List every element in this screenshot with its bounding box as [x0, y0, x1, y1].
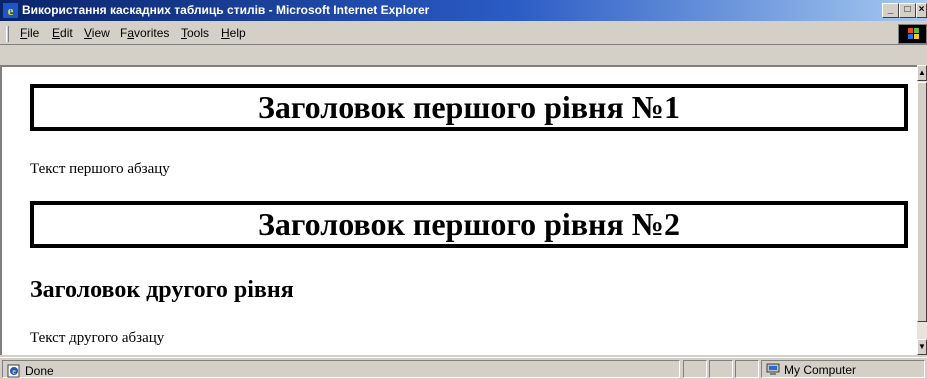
menu-favorites[interactable]: Favorites	[120, 26, 169, 40]
menu-file[interactable]: File	[20, 26, 39, 40]
ie-logo-icon: e	[3, 3, 18, 18]
page-done-icon: e	[7, 364, 21, 378]
windows-flag-icon	[898, 24, 927, 44]
status-text: Done	[25, 364, 54, 378]
paragraph-second: Текст другого абзацу	[30, 330, 165, 346]
vertical-scrollbar[interactable]: ▲ ▼	[917, 65, 927, 355]
heading-level1-second: Заголовок першого рівня №2	[30, 201, 908, 248]
scroll-up-arrow-icon[interactable]: ▲	[917, 65, 927, 81]
status-pane-progress	[683, 360, 707, 378]
heading-level1-first: Заголовок першого рівня №1	[30, 84, 908, 131]
scroll-down-arrow-icon[interactable]: ▼	[917, 339, 927, 355]
minimize-button[interactable]: _	[882, 3, 899, 18]
paragraph-first: Текст першого абзацу	[30, 161, 170, 177]
title-bar[interactable]: e Використання каскадних таблиць стилів …	[0, 0, 927, 21]
menu-edit[interactable]: Edit	[52, 26, 73, 40]
menu-grip[interactable]	[6, 26, 9, 42]
status-pane-offline	[709, 360, 733, 378]
status-pane-zone: My Computer	[761, 360, 925, 378]
window-title: Використання каскадних таблиць стилів - …	[22, 3, 430, 17]
close-button[interactable]: ×	[916, 3, 927, 18]
heading-level2: Заголовок другого рівня	[30, 277, 294, 303]
page-content: Заголовок першого рівня №1 Текст першого…	[0, 65, 917, 355]
svg-text:e: e	[8, 3, 14, 18]
status-bar: e Done My Computer	[0, 357, 927, 379]
maximize-button[interactable]: □	[899, 3, 916, 18]
computer-icon	[766, 363, 780, 376]
svg-text:e: e	[12, 367, 16, 376]
status-pane-privacy	[735, 360, 759, 378]
menu-help[interactable]: Help	[221, 26, 246, 40]
menu-bar: File Edit View Favorites Tools Help	[0, 22, 927, 45]
scroll-thumb[interactable]	[917, 82, 927, 322]
menu-view[interactable]: View	[84, 26, 110, 40]
browser-window: e Використання каскадних таблиць стилів …	[0, 0, 927, 379]
status-pane-main: e Done	[2, 360, 680, 378]
menu-tools[interactable]: Tools	[181, 26, 209, 40]
zone-text: My Computer	[784, 363, 857, 377]
